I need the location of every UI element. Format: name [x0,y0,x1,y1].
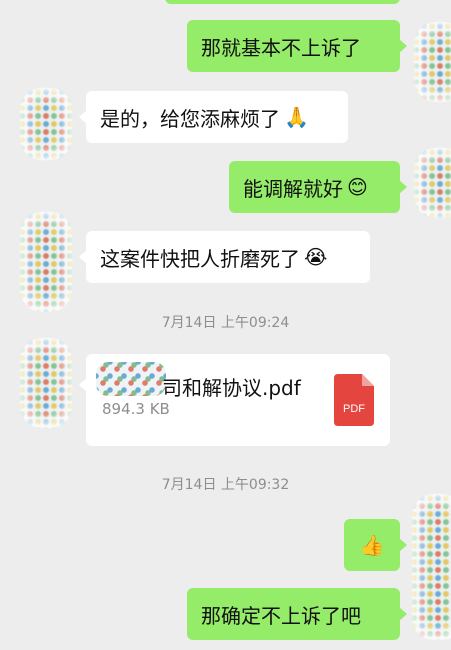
file-message-card[interactable]: 司和解协议.pdf 894.3 KB PDF [79,354,390,446]
my-avatar[interactable] [414,22,451,102]
thumbs-up-emoji-icon: 👍 [359,533,385,557]
file-name: 司和解协议.pdf [162,376,301,400]
pray-emoji-icon: 🙏 [284,105,309,129]
pdf-file-icon: PDF [334,374,374,426]
message-timestamp: 7月14日 上午09:24 [161,315,290,331]
message-bubble-sent[interactable]: 那确定不上诉了吧 [187,588,407,640]
message-bubble-sent[interactable]: 那就基本不上诉了 [187,20,407,72]
message-text: 这案件快把人折磨死了 [100,246,300,271]
smile-emoji-icon: 😊 [347,175,368,199]
previous-message-bubble[interactable] [165,0,400,4]
message-bubble-received[interactable]: 是的，给您添麻烦了 🙏 [79,91,348,143]
message-text: 能调解就好 [243,176,343,201]
message-bubble-sent[interactable]: 能调解就好 😊 [229,161,407,213]
contact-avatar[interactable] [20,338,72,428]
file-size: 894.3 KB [102,400,170,418]
message-text: 是的，给您添麻烦了 [100,106,280,131]
message-text: 那就基本不上诉了 [201,35,361,60]
crying-emoji-icon: 😭 [304,245,328,269]
message-bubble-sent[interactable]: 👍 [344,519,407,571]
redacted-filename-blur [96,362,166,396]
pdf-icon-label: PDF [343,403,365,415]
message-text: 那确定不上诉了吧 [201,603,361,628]
contact-avatar[interactable] [20,212,72,312]
contact-avatar[interactable] [20,88,72,160]
message-bubble-received[interactable]: 这案件快把人折磨死了 😭 [79,231,370,283]
message-timestamp: 7月14日 上午09:32 [161,477,290,493]
my-avatar[interactable] [414,148,451,218]
my-avatar[interactable] [412,494,451,640]
